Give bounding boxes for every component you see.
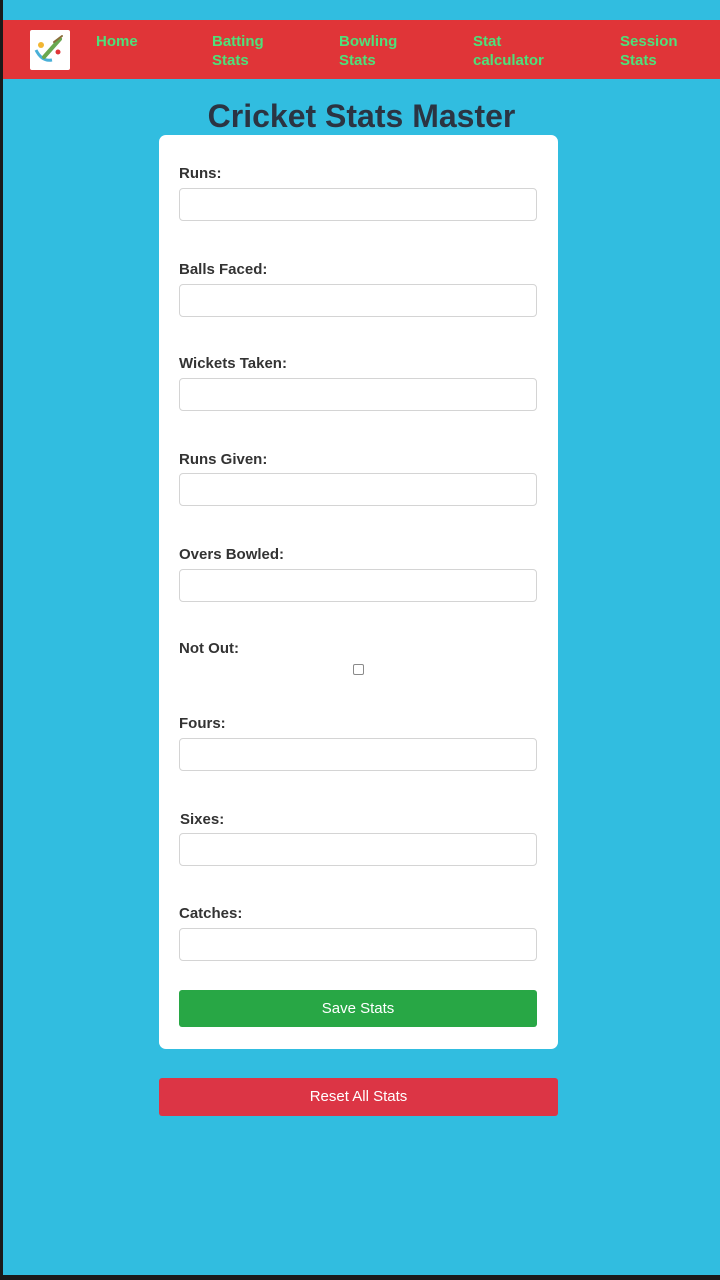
runs-label: Runs: (179, 165, 222, 182)
reset-all-stats-button[interactable]: Reset All Stats (159, 1078, 558, 1116)
cricket-logo-icon[interactable] (30, 30, 70, 70)
page: Home Batting Stats Bowling Stats Stat ca… (3, 0, 720, 1275)
overs-bowled-label: Overs Bowled: (179, 546, 285, 563)
top-strip (3, 0, 720, 20)
save-stats-button[interactable]: Save Stats (179, 990, 537, 1027)
fours-label: Fours: (179, 715, 226, 732)
nav-stat-calculator-link[interactable]: Stat calculator (473, 32, 573, 70)
nav-home-link[interactable]: Home (96, 32, 138, 51)
not-out-label: Not Out: (179, 640, 239, 657)
balls-faced-input[interactable] (179, 284, 537, 317)
sixes-label: Sixes: (180, 811, 225, 828)
not-out-checkbox[interactable] (353, 664, 364, 675)
runs-given-label: Runs Given: (179, 451, 268, 468)
sixes-input[interactable] (179, 833, 537, 866)
fours-input[interactable] (179, 738, 537, 771)
page-title: Cricket Stats Master (207, 98, 516, 134)
nav-session-stats-link[interactable]: Session Stats (620, 32, 700, 70)
nav-batting-stats-link[interactable]: Batting Stats (212, 32, 292, 70)
wickets-taken-input[interactable] (179, 378, 537, 411)
catches-label: Catches: (179, 905, 243, 922)
stats-form-card: Runs: Balls Faced: Wickets Taken: Runs G… (159, 135, 558, 1049)
wickets-taken-label: Wickets Taken: (179, 355, 287, 372)
nav-bowling-stats-link[interactable]: Bowling Stats (339, 32, 419, 70)
balls-faced-label: Balls Faced: (179, 261, 268, 278)
runs-input[interactable] (179, 188, 537, 221)
catches-input[interactable] (179, 928, 537, 961)
navbar: Home Batting Stats Bowling Stats Stat ca… (3, 20, 720, 79)
overs-bowled-input[interactable] (179, 569, 537, 602)
runs-given-input[interactable] (179, 473, 537, 506)
